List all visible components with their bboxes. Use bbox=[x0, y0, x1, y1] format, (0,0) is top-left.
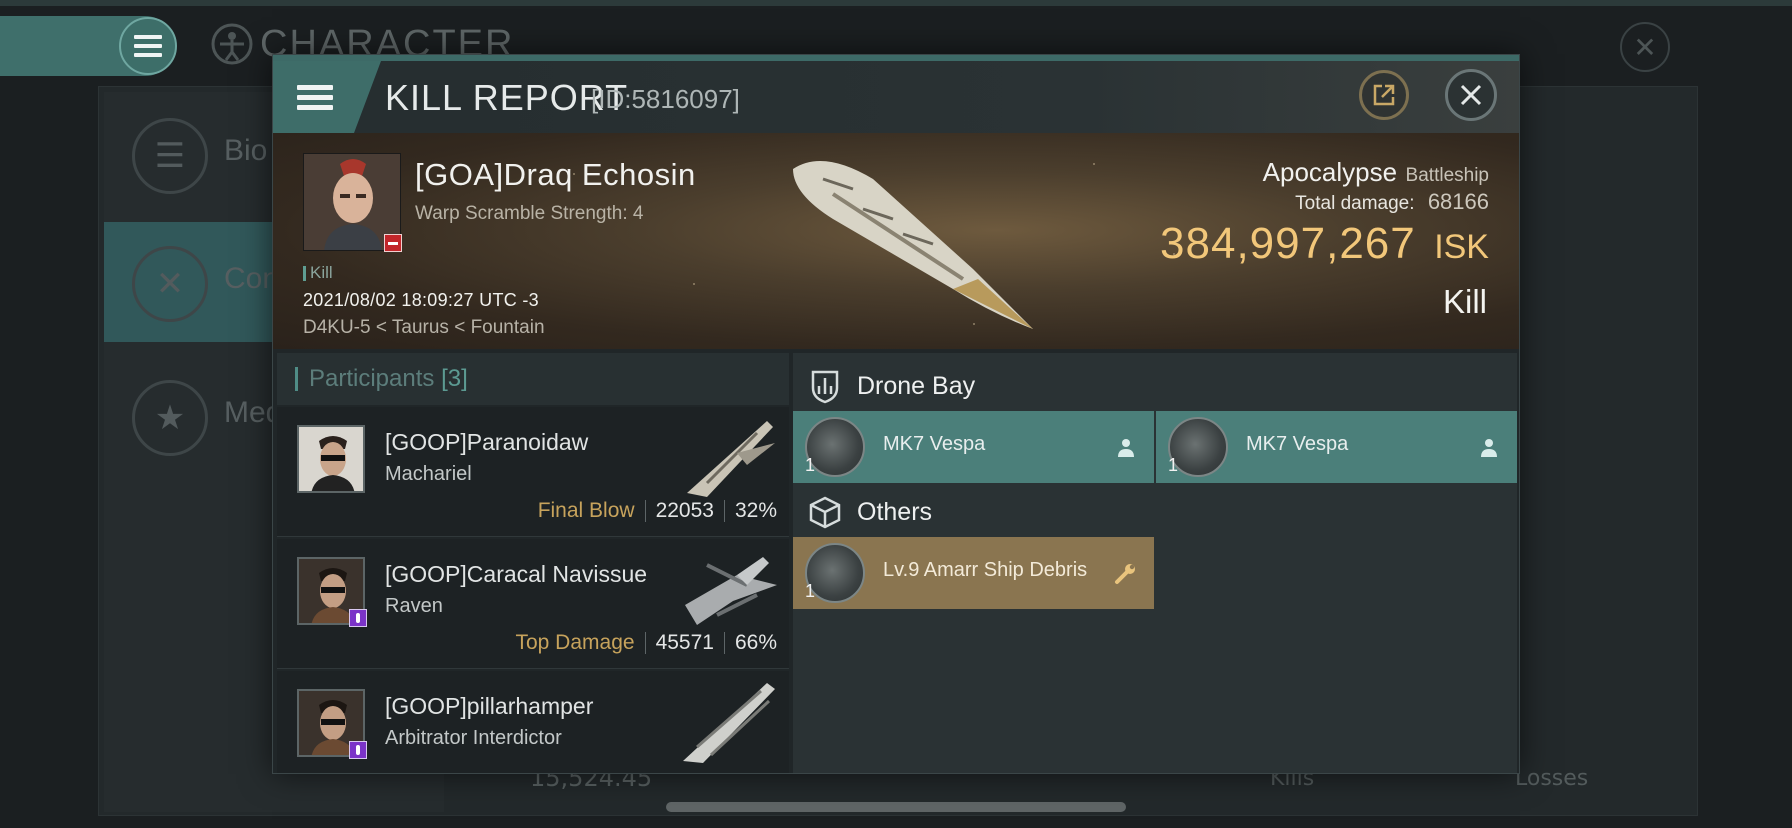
isk-value: 384,997,267 ISK bbox=[1160, 219, 1489, 269]
participant-portrait bbox=[297, 425, 365, 493]
total-damage-label: Total damage: bbox=[1295, 193, 1415, 214]
menu-icon bbox=[134, 35, 162, 57]
kill-report-modal: KILL REPORT [ID:5816097] [GOA]Draq Echos… bbox=[272, 54, 1520, 774]
divider bbox=[644, 632, 646, 654]
ship-name: Apocalypse Battleship bbox=[1263, 157, 1489, 188]
sidebar-item-label: Con bbox=[224, 262, 280, 295]
crossed-swords-icon: ✕ bbox=[132, 246, 208, 322]
participant-row[interactable]: [GOOP]pillarhamper Arbitrator Interdicto… bbox=[277, 671, 789, 773]
header-bar bbox=[295, 367, 298, 391]
participant-ship: Machariel bbox=[385, 463, 472, 485]
box-icon bbox=[809, 496, 841, 529]
fleet-badge-icon bbox=[349, 741, 367, 759]
participant-percent: 66% bbox=[734, 631, 777, 654]
item-name: MK7 Vespa bbox=[883, 433, 986, 455]
total-damage: Total damage: 68166 bbox=[1295, 189, 1489, 215]
person-icon bbox=[1481, 439, 1497, 457]
wrench-icon bbox=[1115, 564, 1135, 584]
ship-class: Battleship bbox=[1405, 165, 1489, 186]
participant-percent: 32% bbox=[734, 499, 777, 522]
character-icon bbox=[211, 23, 253, 65]
participant-ship-image bbox=[685, 557, 777, 625]
kill-type-tag: Kill bbox=[303, 263, 333, 283]
divider bbox=[723, 632, 725, 654]
participants-count: [3] bbox=[441, 365, 468, 392]
drone-bay-label: Drone Bay bbox=[857, 371, 976, 400]
participant-damage: 45571 bbox=[655, 631, 714, 654]
close-icon bbox=[1460, 84, 1482, 106]
others-label: Others bbox=[857, 497, 933, 526]
losses-label: Losses bbox=[1515, 766, 1589, 791]
top-edge bbox=[0, 0, 1792, 6]
item-quantity: 1 bbox=[1168, 455, 1179, 475]
others-header: Others bbox=[793, 483, 1517, 541]
drone-bay-header: Drone Bay bbox=[793, 357, 1517, 415]
participant-damage: 22053 bbox=[655, 499, 714, 522]
participants-panel: Participants [3] [GOOP]Paranoidaw Machar… bbox=[277, 353, 789, 773]
sidebar-item-label: Bio bbox=[224, 134, 268, 167]
close-icon: ✕ bbox=[1633, 30, 1657, 64]
participant-row[interactable]: [GOOP]Paranoidaw Machariel Final Blow 22… bbox=[277, 407, 789, 537]
top-damage-tag: Top Damage bbox=[515, 631, 635, 654]
kill-type-label: Kill bbox=[310, 263, 333, 282]
victim-banner: [GOA]Draq Echosin Warp Scramble Strength… bbox=[273, 133, 1519, 349]
item-name: Lv.9 Amarr Ship Debris bbox=[883, 559, 1088, 581]
hostile-badge-icon bbox=[384, 234, 402, 252]
item-name: MK7 Vespa bbox=[1246, 433, 1349, 455]
tag-bar bbox=[303, 265, 306, 281]
person-icon bbox=[1118, 439, 1134, 457]
close-button[interactable] bbox=[1445, 69, 1497, 121]
cargo-panel: Drone Bay 1 MK7 Vespa 1 MK7 Vespa Others… bbox=[793, 353, 1517, 773]
divider bbox=[644, 500, 646, 522]
participant-row[interactable]: [GOOP]Caracal Navissue Raven Top Damage … bbox=[277, 539, 789, 669]
item-quantity: 1 bbox=[805, 455, 816, 475]
drone-bay-icon bbox=[811, 370, 839, 404]
item-quantity: 1 bbox=[805, 581, 816, 601]
participant-name: [GOOP]Paranoidaw bbox=[385, 429, 589, 455]
participant-ship-image bbox=[683, 683, 775, 763]
background-close-button[interactable]: ✕ bbox=[1620, 22, 1670, 72]
cargo-item[interactable]: 1 Lv.9 Amarr Ship Debris bbox=[793, 537, 1154, 609]
menu-icon bbox=[297, 84, 333, 110]
participant-ship: Arbitrator Interdictor bbox=[385, 727, 562, 749]
participant-ship: Raven bbox=[385, 595, 443, 617]
fleet-badge-icon bbox=[349, 609, 367, 627]
report-id: [ID:5816097] bbox=[591, 84, 740, 114]
kill-location[interactable]: D4KU-5 < Taurus < Fountain bbox=[303, 317, 545, 339]
home-indicator bbox=[666, 802, 1126, 812]
isk-amount: 384,997,267 bbox=[1160, 219, 1416, 268]
participants-label: Participants bbox=[309, 365, 435, 392]
victim-name[interactable]: [GOA]Draq Echosin bbox=[415, 157, 696, 193]
external-link-icon bbox=[1373, 84, 1395, 106]
divider bbox=[723, 500, 725, 522]
list-icon: ☰ bbox=[132, 118, 208, 194]
report-result: Kill bbox=[1442, 283, 1487, 320]
star-badge-icon: ★ bbox=[132, 380, 208, 456]
cargo-item[interactable]: 1 MK7 Vespa bbox=[793, 411, 1154, 483]
kill-datetime: 2021/08/02 18:09:27 UTC -3 bbox=[303, 290, 539, 310]
ship-type[interactable]: Apocalypse bbox=[1263, 157, 1397, 187]
participant-stats: Final Blow 22053 32% bbox=[538, 499, 777, 523]
warp-scramble-strength: Warp Scramble Strength: 4 bbox=[415, 203, 644, 224]
victim-ship-image bbox=[793, 161, 1033, 329]
participant-stats: Top Damage 45571 66% bbox=[515, 631, 777, 655]
participant-name: [GOOP]pillarhamper bbox=[385, 693, 594, 719]
participant-ship-image bbox=[687, 421, 775, 497]
participant-name: [GOOP]Caracal Navissue bbox=[385, 561, 648, 587]
final-blow-tag: Final Blow bbox=[537, 499, 635, 522]
total-damage-value: 68166 bbox=[1427, 189, 1489, 214]
cargo-item[interactable]: 1 MK7 Vespa bbox=[1156, 411, 1517, 483]
portrait-image bbox=[299, 427, 363, 491]
participants-header: Participants [3] bbox=[277, 353, 789, 405]
isk-unit: ISK bbox=[1434, 228, 1489, 266]
share-button[interactable] bbox=[1359, 70, 1409, 120]
main-menu-button[interactable] bbox=[119, 17, 177, 75]
participants-title: Participants [3] bbox=[309, 365, 468, 393]
